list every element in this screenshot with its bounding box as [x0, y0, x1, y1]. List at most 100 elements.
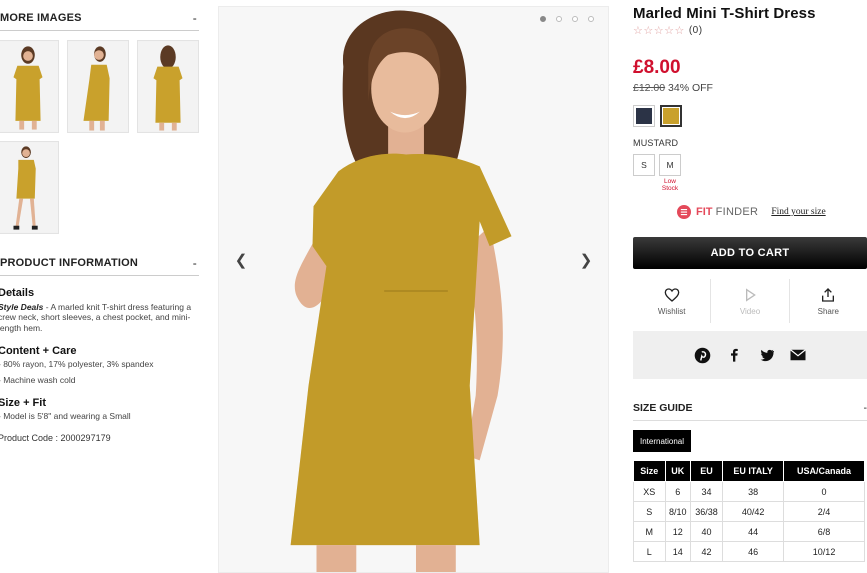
table-cell: M — [633, 521, 666, 542]
product-title: Marled Mini T-Shirt Dress — [633, 5, 816, 22]
wishlist-button[interactable]: Wishlist — [633, 279, 712, 323]
original-price: £12.00 — [633, 82, 666, 94]
table-cell: 0 — [783, 481, 865, 502]
content-heading: Content + Care — [0, 344, 77, 357]
model-photo — [219, 7, 608, 572]
low-stock-label: Low Stock — [661, 178, 679, 192]
more-images-title: MORE IMAGES — [0, 11, 82, 24]
details-block: Details Style Deals - A marled knit T-sh… — [0, 287, 205, 334]
table-cell: 6/8 — [783, 521, 865, 542]
swatch-mustard[interactable] — [660, 105, 682, 127]
table-row: S 8/10 36/38 40/42 2/4 — [633, 501, 865, 522]
pagination-dot[interactable] — [556, 16, 562, 22]
table-cell: 14 — [664, 541, 691, 562]
collapse-icon[interactable]: - — [193, 11, 199, 25]
color-swatches — [633, 105, 682, 127]
pagination-dot[interactable] — [572, 16, 578, 22]
pinterest-icon[interactable] — [693, 346, 711, 364]
fit-finder-brand: FIT — [696, 206, 713, 218]
more-images-header[interactable]: MORE IMAGES - — [0, 5, 199, 31]
size-button-m[interactable]: M — [659, 154, 681, 176]
model-front-image — [0, 41, 58, 132]
column-header: UK — [664, 460, 691, 482]
content-block: Content + Care - 80% rayon, 17% polyeste… — [0, 345, 205, 386]
find-your-size-link[interactable]: Find your size — [771, 207, 825, 217]
product-info-header[interactable]: PRODUCT INFORMATION - — [0, 250, 199, 276]
chevron-right-icon[interactable]: ❯ — [576, 250, 596, 270]
pagination-dot[interactable] — [540, 16, 546, 22]
model-back-image — [138, 41, 198, 132]
size-options: S M Low Stock — [633, 154, 681, 193]
table-cell: 34 — [689, 481, 724, 502]
original-price-row: £12.00 34% OFF — [633, 82, 713, 94]
thumbnail-full[interactable] — [0, 141, 59, 234]
size-option-m[interactable]: M Low Stock — [659, 154, 681, 193]
column-header: EU ITALY — [722, 460, 785, 482]
rating[interactable]: ☆☆☆☆☆ (0) — [633, 24, 703, 37]
fit-block: Size + Fit - Model is 5'8" and wearing a… — [0, 397, 205, 422]
product-code: Product Code : 2000297179 — [0, 433, 111, 443]
product-info: Details Style Deals - A marled knit T-sh… — [0, 287, 205, 444]
column-header: EU — [689, 460, 724, 482]
video-label: Video — [739, 306, 761, 316]
play-icon — [745, 287, 756, 302]
table-cell: 42 — [689, 541, 724, 562]
collapse-icon[interactable]: - — [864, 402, 867, 414]
table-row: L 14 42 46 10/12 — [633, 541, 865, 562]
thumbnail-side[interactable] — [67, 40, 129, 133]
action-row: Wishlist Video Share — [633, 279, 867, 323]
fit-finder-logo: FIT FINDER — [696, 206, 758, 218]
table-row: XS 6 34 38 0 — [633, 481, 865, 502]
pagination-dot[interactable] — [588, 16, 594, 22]
table-cell: 6 — [664, 481, 691, 502]
fit-finder[interactable]: ☰ FIT FINDER Find your size — [677, 205, 826, 219]
add-to-cart-button[interactable]: ADD TO CART — [633, 237, 867, 269]
fit-finder-word: FINDER — [715, 206, 759, 218]
sale-price: £8.00 — [633, 57, 681, 78]
table-cell: L — [633, 541, 666, 562]
video-button[interactable]: Video — [711, 279, 790, 323]
share-icon — [822, 287, 835, 302]
chevron-left-icon[interactable]: ❮ — [231, 250, 251, 270]
collapse-icon[interactable]: - — [193, 256, 199, 270]
thumbnail-back[interactable] — [137, 40, 199, 133]
column-header: USA/Canada — [783, 460, 865, 482]
details-text: Style Deals - A marled knit T-shirt dres… — [0, 302, 205, 334]
size-guide-title: SIZE GUIDE — [633, 401, 693, 414]
size-option-s[interactable]: S — [633, 154, 655, 193]
column-header: Size — [633, 460, 666, 482]
content-line: - Machine wash cold — [0, 375, 76, 385]
table-cell: 38 — [722, 481, 785, 502]
table-cell: 10/12 — [783, 541, 865, 562]
tab-international[interactable]: International — [633, 430, 692, 452]
wishlist-label: Wishlist — [657, 306, 686, 316]
size-button-s[interactable]: S — [633, 154, 655, 176]
image-pagination — [540, 16, 594, 22]
swatch-navy[interactable] — [633, 105, 655, 127]
main-product-image[interactable]: ❮ ❯ — [218, 6, 609, 573]
size-guide-table: Size UK EU EU ITALY USA/Canada XS 6 34 3… — [633, 460, 865, 562]
facebook-icon[interactable] — [725, 346, 743, 364]
review-count: (0) — [688, 25, 703, 36]
fit-finder-icon: ☰ — [677, 205, 691, 219]
selected-color-name: MUSTARD — [633, 138, 679, 148]
twitter-icon[interactable] — [757, 346, 775, 364]
size-guide-header[interactable]: SIZE GUIDE - — [633, 395, 867, 421]
table-cell: 46 — [722, 541, 785, 562]
details-heading: Details — [0, 287, 35, 299]
table-row: M 12 40 44 6/8 — [633, 521, 865, 542]
table-cell: 8/10 — [664, 501, 691, 522]
star-rating-icon: ☆☆☆☆☆ — [633, 25, 685, 37]
table-cell: 12 — [664, 521, 691, 542]
table-cell: 40/42 — [722, 501, 785, 522]
share-label: Share — [817, 306, 839, 316]
email-icon[interactable] — [789, 346, 807, 364]
table-cell: 36/38 — [689, 501, 724, 522]
details-label: Style Deals — [0, 301, 44, 312]
discount-label: 34% OFF — [668, 82, 713, 94]
table-cell: 40 — [689, 521, 724, 542]
share-button[interactable]: Share — [790, 279, 867, 323]
social-share-bar — [633, 331, 867, 379]
heart-icon — [664, 287, 679, 302]
thumbnail-front[interactable] — [0, 40, 59, 133]
